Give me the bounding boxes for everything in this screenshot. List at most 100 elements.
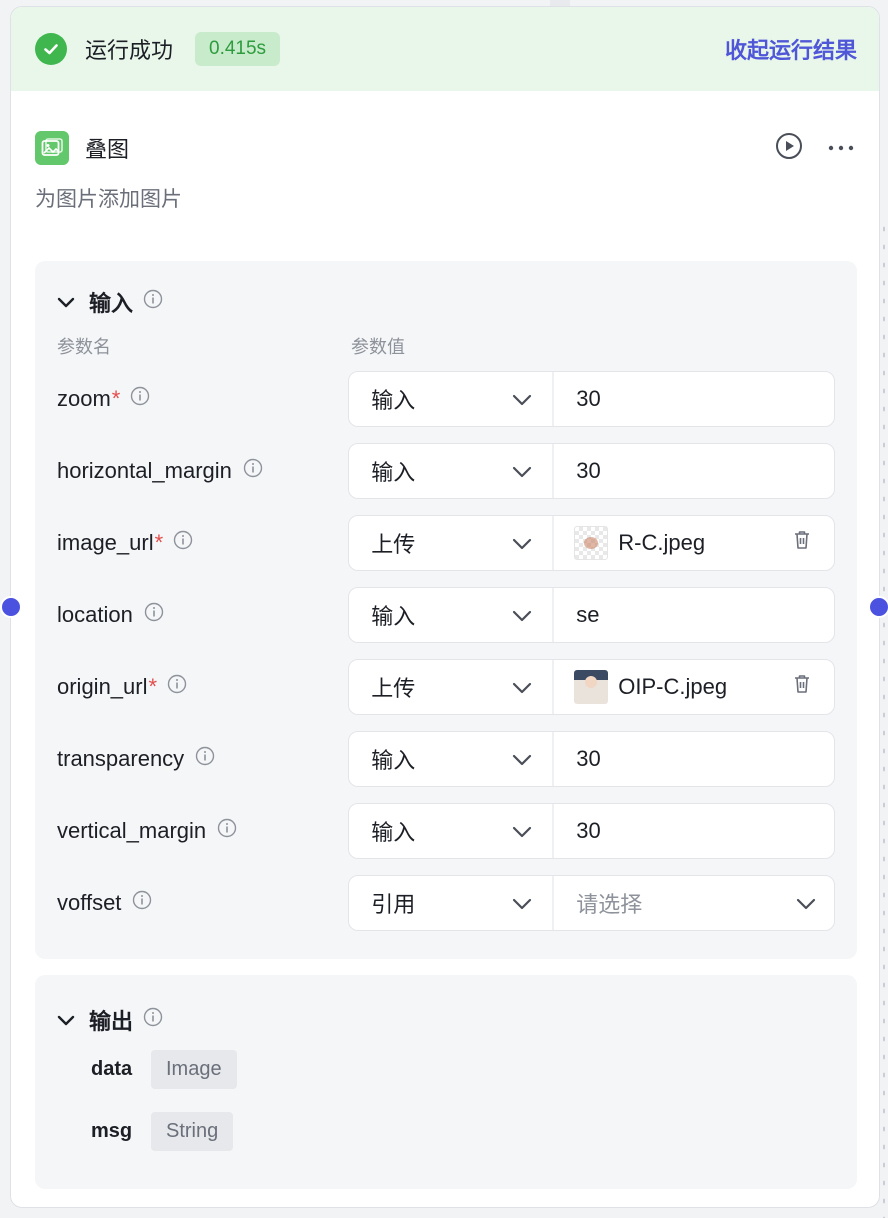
param-row-origin-url: origin_url * 上传 OIP-C.jpeg — [57, 651, 835, 723]
chevron-down-icon[interactable] — [57, 289, 75, 315]
mode-label: 输入 — [371, 604, 416, 629]
param-control: 上传 R-C.jpeg — [348, 515, 835, 571]
param-control: 输入 30 — [348, 443, 835, 499]
param-control: 输入 se — [348, 587, 835, 643]
mode-select[interactable]: 输入 — [349, 804, 555, 858]
info-icon — [143, 1007, 163, 1033]
output-type-badge: String — [151, 1111, 234, 1151]
value-input[interactable]: 30 — [554, 804, 834, 858]
run-node-play-icon[interactable] — [775, 132, 803, 165]
mode-select[interactable]: 引用 — [349, 876, 555, 930]
output-section: 输出 data Image msg String — [35, 975, 857, 1189]
info-icon — [195, 746, 215, 772]
param-name: image_url — [57, 530, 154, 555]
param-row-location: location 输入 se — [57, 579, 835, 651]
chevron-down-icon — [512, 458, 532, 484]
param-name: zoom — [57, 386, 111, 411]
param-control: 上传 OIP-C.jpeg — [348, 659, 835, 715]
param-row-vertical-margin: vertical_margin 输入 30 — [57, 795, 835, 867]
output-section-title: 输出 — [89, 1009, 134, 1034]
info-icon — [173, 530, 193, 556]
chevron-down-icon — [512, 530, 532, 556]
param-control: 输入 30 — [348, 803, 835, 859]
param-name: origin_url — [57, 674, 148, 699]
node-title: 叠图 — [85, 137, 130, 162]
chevron-down-icon[interactable] — [57, 1007, 75, 1033]
mode-label: 引用 — [371, 892, 416, 917]
value-input[interactable]: 30 — [554, 444, 834, 498]
input-section-header[interactable]: 输入 — [57, 285, 835, 319]
mode-label: 上传 — [371, 676, 416, 701]
info-icon — [132, 890, 152, 916]
required-mark: * — [148, 674, 158, 699]
file-thumbnail — [574, 526, 609, 560]
mode-label: 输入 — [371, 748, 416, 773]
run-duration-badge: 0.415s — [195, 32, 281, 66]
value-input[interactable]: se — [554, 588, 834, 642]
param-control: 输入 30 — [348, 371, 835, 427]
required-mark: * — [111, 386, 121, 411]
chevron-down-icon — [512, 746, 532, 772]
mode-label: 输入 — [371, 460, 416, 485]
info-icon — [217, 818, 237, 844]
node-description: 为图片添加图片 — [35, 188, 182, 211]
mode-select[interactable]: 上传 — [349, 660, 555, 714]
chevron-down-icon — [512, 890, 532, 916]
collapse-results-link[interactable]: 收起运行结果 — [725, 33, 857, 65]
param-name: location — [57, 602, 133, 627]
input-section: 输入 参数名 参数值 zoom * 输入 30 horizontal_margin — [35, 261, 857, 959]
param-row-transparency: transparency 输入 30 — [57, 723, 835, 795]
param-name: horizontal_margin — [57, 458, 232, 483]
param-name: vertical_margin — [57, 818, 207, 843]
param-name: voffset — [57, 890, 122, 915]
trash-icon[interactable] — [792, 529, 812, 557]
input-connection-port[interactable] — [0, 596, 22, 618]
mode-select[interactable]: 输入 — [349, 444, 555, 498]
node-card[interactable]: 运行成功 0.415s 收起运行结果 叠图 为图片添加图片 输入 参数名 参数值… — [10, 6, 880, 1208]
output-connection-port[interactable] — [868, 596, 888, 618]
select-placeholder: 请选择 — [576, 892, 643, 917]
required-mark: * — [154, 530, 164, 555]
mode-label: 上传 — [371, 532, 416, 557]
file-name: R-C.jpeg — [618, 530, 706, 555]
info-icon — [130, 386, 150, 412]
input-section-title: 输入 — [89, 291, 134, 316]
mode-select[interactable]: 输入 — [349, 588, 555, 642]
chevron-down-icon — [512, 674, 532, 700]
trash-icon[interactable] — [792, 673, 812, 701]
reference-select[interactable]: 请选择 — [554, 876, 834, 930]
file-name: OIP-C.jpeg — [618, 674, 728, 699]
run-status-text: 运行成功 — [85, 38, 174, 63]
output-name: data — [91, 1057, 133, 1080]
param-row-voffset: voffset 引用 请选择 — [57, 867, 835, 939]
param-row-image-url: image_url * 上传 R-C.jpeg — [57, 507, 835, 579]
param-row-horizontal-margin: horizontal_margin 输入 30 — [57, 435, 835, 507]
mode-label: 输入 — [371, 820, 416, 845]
output-item-msg: msg String — [57, 1101, 835, 1161]
uploaded-file: R-C.jpeg — [554, 516, 834, 570]
uploaded-file: OIP-C.jpeg — [554, 660, 834, 714]
output-item-data: data Image — [57, 1039, 835, 1099]
param-column-headers: 参数名 参数值 — [57, 333, 835, 363]
canvas-background — [880, 220, 888, 1218]
output-type-badge: Image — [151, 1049, 237, 1089]
value-input[interactable]: 30 — [554, 732, 834, 786]
param-row-zoom: zoom * 输入 30 — [57, 363, 835, 435]
param-value-header: 参数值 — [351, 337, 405, 357]
more-options-icon[interactable] — [827, 139, 855, 157]
run-result-bar: 运行成功 0.415s 收起运行结果 — [11, 7, 879, 91]
file-thumbnail — [574, 670, 609, 704]
mode-select[interactable]: 输入 — [349, 732, 555, 786]
mode-select[interactable]: 输入 — [349, 372, 555, 426]
output-section-header[interactable]: 输出 — [57, 1003, 835, 1037]
info-icon — [143, 289, 163, 315]
mode-select[interactable]: 上传 — [349, 516, 555, 570]
mode-label: 输入 — [371, 388, 416, 413]
value-input[interactable]: 30 — [554, 372, 834, 426]
info-icon — [144, 602, 164, 628]
chevron-down-icon — [512, 818, 532, 844]
param-name: transparency — [57, 746, 185, 771]
image-overlay-icon — [35, 131, 69, 165]
success-check-icon — [35, 33, 67, 65]
output-name: msg — [91, 1119, 133, 1142]
